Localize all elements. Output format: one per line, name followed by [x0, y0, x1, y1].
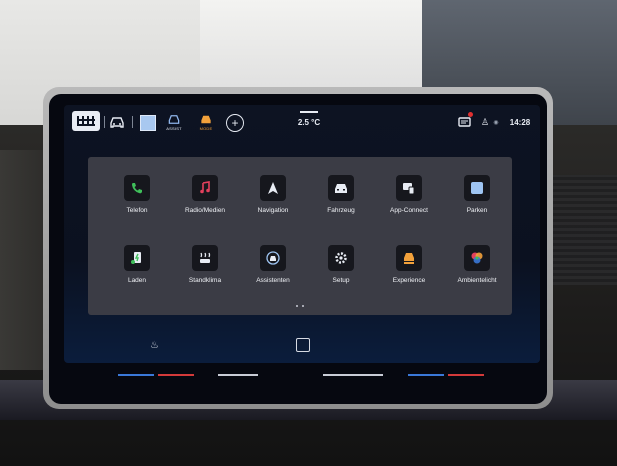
app-parken[interactable]: Parken — [442, 175, 512, 235]
home-button[interactable] — [296, 338, 310, 352]
right-temp-slider-blue[interactable] — [408, 374, 444, 376]
notification-dot — [468, 112, 473, 117]
volume-slider-left[interactable] — [218, 374, 258, 376]
status-bar: ASSIST MODE + 2.5 °C ♙ ◉ 14:28 — [64, 105, 540, 139]
apps-grid-icon[interactable] — [72, 111, 100, 131]
ambient-light-icon — [464, 245, 490, 271]
app-label: Parken — [466, 207, 488, 214]
charging-icon — [124, 245, 150, 271]
seat-heating-icon[interactable]: ♨ — [150, 340, 164, 354]
app-experience[interactable]: Experience — [374, 245, 444, 305]
app-radio-medien[interactable]: Radio/Medien — [170, 175, 240, 235]
app-label: Experience — [392, 277, 426, 284]
mode-label: MODE — [199, 126, 213, 131]
screen-icon[interactable] — [140, 115, 156, 131]
right-temp-slider-red[interactable] — [448, 374, 484, 376]
app-telefon[interactable]: Telefon — [102, 175, 172, 235]
app-ambientelicht[interactable]: Ambientelicht — [442, 245, 512, 305]
app-label: Assistenten — [256, 277, 290, 284]
outside-temperature: 2.5 °C — [297, 117, 321, 127]
experience-mode-icon — [396, 245, 422, 271]
app-label: Radio/Medien — [184, 207, 226, 214]
app-label: App-Connect — [390, 207, 428, 214]
app-label: Laden — [127, 277, 147, 284]
mode-icon[interactable]: MODE — [196, 113, 216, 131]
app-navigation[interactable]: Navigation — [238, 175, 308, 235]
add-icon[interactable]: + — [226, 114, 244, 132]
app-label: Fahrzeug — [327, 207, 355, 214]
left-temp-slider-blue[interactable] — [118, 374, 154, 376]
app-app-connect[interactable]: App-Connect — [374, 175, 444, 235]
page-dot — [302, 305, 304, 307]
page-indicator — [296, 305, 304, 307]
infotainment-screen: ASSIST MODE + 2.5 °C ♙ ◉ 14:28 Telefon R — [64, 105, 540, 363]
app-label: Telefon — [126, 207, 148, 214]
app-laden[interactable]: Laden — [102, 245, 172, 305]
climate-slider-strip — [78, 362, 518, 388]
divider — [104, 116, 105, 128]
app-launcher-panel: Telefon Radio/Medien Navigation Fahrzeug — [88, 157, 512, 315]
car-front-icon — [328, 175, 354, 201]
page-dot — [296, 305, 298, 307]
user-icon[interactable]: ♙ — [480, 113, 490, 131]
app-setup[interactable]: Setup — [306, 245, 376, 305]
climate-icon — [192, 245, 218, 271]
assistants-icon — [260, 245, 286, 271]
volume-slider-right[interactable] — [323, 374, 383, 376]
background-window — [200, 0, 430, 100]
app-label: Navigation — [257, 207, 289, 214]
gear-icon — [328, 245, 354, 271]
app-assistenten[interactable]: Assistenten — [238, 245, 308, 305]
app-label: Setup — [332, 277, 350, 284]
bottom-bar: ♨ — [64, 333, 540, 363]
divider — [132, 116, 133, 128]
app-standklima[interactable]: Standklima — [170, 245, 240, 305]
clock: 14:28 — [509, 117, 531, 127]
assist-icon[interactable]: ASSIST — [164, 113, 184, 131]
navigation-arrow-icon — [260, 175, 286, 201]
gps-icon: ◉ — [493, 119, 499, 126]
assist-label: ASSIST — [166, 126, 182, 131]
app-connect-icon — [396, 175, 422, 201]
left-temp-slider-red[interactable] — [158, 374, 194, 376]
app-label: Ambientelicht — [457, 277, 497, 284]
music-icon — [192, 175, 218, 201]
parking-icon — [464, 175, 490, 201]
car-icon[interactable] — [108, 113, 126, 131]
app-label: Standklima — [188, 277, 222, 284]
phone-icon — [124, 175, 150, 201]
app-fahrzeug[interactable]: Fahrzeug — [306, 175, 376, 235]
air-vent — [548, 175, 617, 285]
